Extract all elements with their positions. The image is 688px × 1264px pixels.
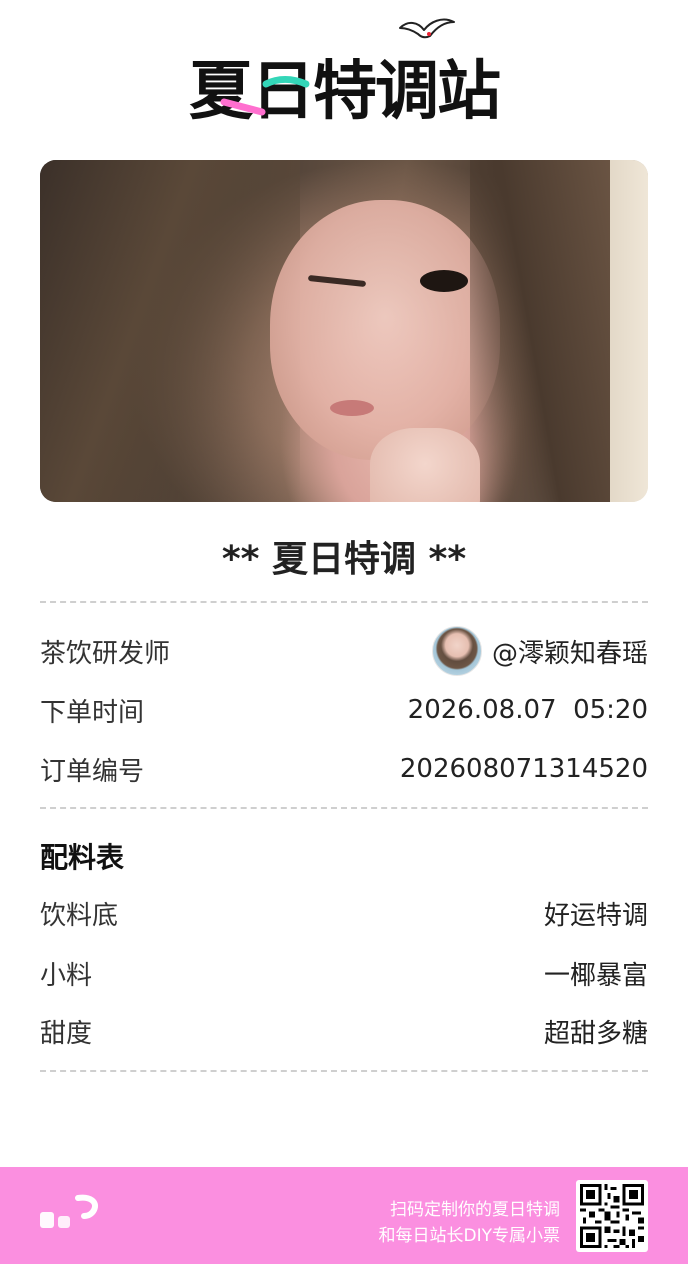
footer-caption: 扫码定制你的夏日特调 和每日站长DIY专属小票 xyxy=(379,1197,561,1249)
logo-accent-strokes xyxy=(220,76,310,116)
row-value: 202608071314520 xyxy=(399,754,648,784)
divider xyxy=(40,1070,648,1072)
row-value: 一椰暴富 xyxy=(543,960,648,991)
row-label: 订单编号 xyxy=(40,756,145,787)
brand-logo: 夏日特调站 xyxy=(0,0,688,135)
portrait-photo xyxy=(40,160,648,502)
row-ingredient-base: 饮料底 好运特调 xyxy=(40,893,648,933)
logo-text: 夏日特调站 xyxy=(189,55,501,129)
row-label: 饮料底 xyxy=(40,900,119,931)
avatar[interactable] xyxy=(431,626,482,676)
row-value: 超甜多糖 xyxy=(543,1018,648,1049)
row-barista: 茶饮研发师 @澪颖知春瑶 xyxy=(40,626,648,676)
photo-hair-right xyxy=(470,160,610,502)
row-label: 茶饮研发师 xyxy=(40,638,171,669)
row-label: 甜度 xyxy=(40,1018,93,1049)
photo-hair-left xyxy=(40,160,300,502)
photo-hand xyxy=(370,428,480,502)
photo-face xyxy=(270,200,500,460)
receipt-title: ** 夏日特调 ** xyxy=(221,539,467,580)
row-value: 2026.08.07 05:20 xyxy=(407,695,648,725)
row-value: 好运特调 xyxy=(543,900,648,931)
photo-eye-open xyxy=(420,270,468,292)
row-ingredient-sweetness: 甜度 超甜多糖 xyxy=(40,1011,648,1051)
receipt-page: 夏日特调站 ** 夏日特调 ** 茶饮研发师 @澪颖知春瑶 下单时间 2026.… xyxy=(0,0,688,1264)
ingredients-heading: 配料表 xyxy=(40,841,125,874)
row-order-time: 下单时间 2026.08.07 05:20 xyxy=(40,690,648,730)
qr-code-graphic xyxy=(580,1184,644,1248)
row-ingredient-topping: 小料 一椰暴富 xyxy=(40,953,648,993)
footer-line-2: 和每日站长DIY专属小票 xyxy=(378,1226,561,1246)
brand-mark-icon xyxy=(40,1194,98,1228)
divider xyxy=(40,601,648,603)
photo-lips xyxy=(330,400,374,416)
divider xyxy=(40,807,648,809)
footer-banner: 扫码定制你的夏日特调 和每日站长DIY专属小票 xyxy=(0,1167,688,1264)
barista-handle[interactable]: @澪颖知春瑶 xyxy=(492,633,648,670)
footer-line-1: 扫码定制你的夏日特调 xyxy=(390,1200,560,1220)
row-label: 小料 xyxy=(40,960,93,991)
row-order-number: 订单编号 202608071314520 xyxy=(40,749,648,789)
row-label: 下单时间 xyxy=(40,697,145,728)
row-value: @澪颖知春瑶 xyxy=(431,626,648,676)
qr-code-icon[interactable] xyxy=(576,1180,648,1252)
